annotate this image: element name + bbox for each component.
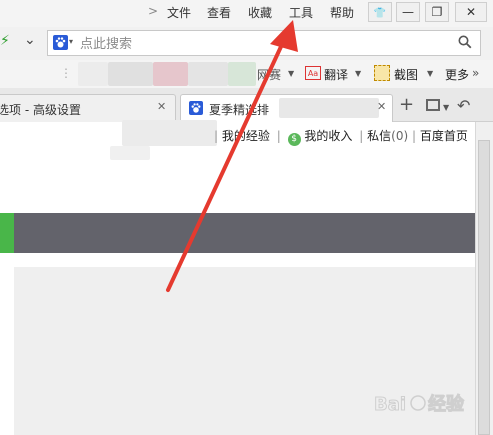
tab-bar: 选项 - 高级设置 ✕ 夏季精选排 ✕ + ▼ ↶: [0, 88, 493, 122]
search-icon[interactable]: [458, 35, 472, 52]
tab-title: 夏季精选排: [209, 103, 270, 117]
separator: |: [411, 129, 417, 143]
baidu-watermark: Bai 经验: [374, 393, 466, 416]
minimize-icon: —: [402, 5, 414, 19]
translate-icon: Aa: [305, 66, 321, 80]
nav-bar: [14, 213, 475, 253]
blurred-favorite: [78, 62, 108, 86]
dropdown-arrow-icon[interactable]: ▼: [355, 69, 361, 78]
skin-button[interactable]: 👕: [368, 2, 392, 22]
search-input[interactable]: [78, 34, 452, 54]
engine-dropdown-icon[interactable]: ▾: [69, 37, 73, 46]
shirt-icon: 👕: [373, 8, 387, 19]
more-chevron-icon[interactable]: »: [472, 66, 479, 80]
scissors-icon: [374, 65, 390, 81]
svg-text:Bai: Bai: [374, 394, 406, 415]
maximize-button[interactable]: ❐: [425, 2, 449, 22]
blurred-favorite: [153, 62, 188, 86]
minimize-button[interactable]: —: [396, 2, 420, 22]
tab-advanced-settings[interactable]: 选项 - 高级设置 ✕: [0, 94, 176, 122]
dropdown-arrow-icon[interactable]: ▼: [427, 69, 433, 78]
menu-help[interactable]: 帮助: [330, 4, 354, 21]
menu-favorites[interactable]: 收藏: [248, 4, 272, 21]
my-experience-link[interactable]: 我的经验: [222, 129, 270, 143]
blurred-username: [122, 120, 217, 146]
tab-list-icon[interactable]: [426, 99, 440, 111]
maximize-icon: ❐: [431, 5, 443, 19]
messages-label: 私信: [367, 129, 392, 143]
screenshot-button[interactable]: 截图: [394, 66, 418, 83]
toolbar-grip[interactable]: ⋮: [60, 66, 72, 80]
menu-view[interactable]: 查看: [207, 4, 231, 21]
new-tab-button[interactable]: +: [399, 94, 414, 115]
search-box: ▾: [47, 30, 481, 56]
more-button[interactable]: 更多: [445, 66, 469, 83]
restore-tab-icon[interactable]: ↶: [457, 96, 470, 115]
messages-link[interactable]: 私信(0): [367, 129, 408, 143]
tab-close-icon[interactable]: ✕: [157, 100, 166, 113]
tab-title: 选项 - 高级设置: [0, 103, 81, 117]
close-window-button[interactable]: ✕: [455, 2, 487, 22]
toolbar: ⋮ 网赛 ▼ Aa 翻译 ▼ 截图 ▼ 更多 »: [0, 60, 493, 88]
separator: |: [359, 129, 364, 143]
chevron-down-icon[interactable]: ▼: [443, 103, 449, 112]
menu-file[interactable]: 文件: [167, 4, 191, 21]
toolbar-partial-label[interactable]: 网赛: [257, 66, 281, 83]
blurred-favorite: [108, 62, 153, 86]
paw-icon[interactable]: [53, 35, 68, 50]
baidu-home-link[interactable]: 百度首页: [420, 129, 468, 143]
translate-button[interactable]: 翻译: [324, 66, 348, 83]
tab-close-icon[interactable]: ✕: [377, 100, 386, 113]
address-bar: ⚡ ⌄ ▾: [0, 27, 493, 60]
blurred-favorite: [228, 62, 256, 86]
blurred-username: [110, 146, 150, 160]
blurred-tab-text: [279, 98, 379, 118]
separator: |: [214, 129, 219, 143]
close-icon: ✕: [465, 5, 477, 19]
menu-overflow-arrow[interactable]: >: [148, 4, 158, 18]
user-links: | 我的经验 | $ 我的收入 | 私信(0) | 百度首页: [214, 127, 468, 146]
scrollbar-thumb[interactable]: [478, 140, 490, 435]
title-bar: > 文件 查看 收藏 工具 帮助 👕 — ❐ ✕: [0, 0, 493, 27]
tab-active[interactable]: 夏季精选排 ✕: [180, 94, 393, 122]
menu-tools[interactable]: 工具: [289, 4, 313, 21]
separator: |: [276, 129, 281, 143]
messages-count: (0): [391, 129, 409, 143]
my-income-link[interactable]: 我的收入: [304, 129, 352, 143]
speed-icon[interactable]: ⚡: [0, 33, 10, 49]
paw-icon: [189, 101, 203, 115]
blurred-favorite: [188, 62, 228, 86]
nav-bar-accent: [0, 213, 14, 253]
dollar-icon: $: [287, 133, 301, 146]
svg-text:经验: 经验: [428, 393, 465, 415]
chevron-down-icon[interactable]: ⌄: [24, 32, 36, 48]
dropdown-arrow-icon[interactable]: ▼: [288, 69, 294, 78]
